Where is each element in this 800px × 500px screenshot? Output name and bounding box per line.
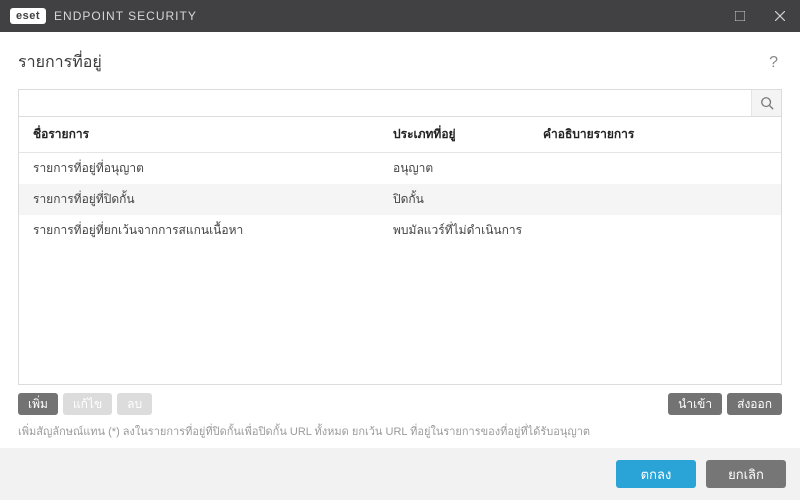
cancel-button[interactable]: ยกเลิก <box>706 460 786 488</box>
ok-button[interactable]: ตกลง <box>616 460 696 488</box>
page-header: รายการที่อยู่ ? <box>18 50 782 75</box>
add-button[interactable]: เพิ่ม <box>18 393 58 415</box>
footer: ตกลง ยกเลิก <box>0 448 800 500</box>
toolbar: เพิ่ม แก้ไข ลบ นำเข้า ส่งออก <box>18 393 782 415</box>
cell-desc <box>543 221 767 240</box>
page-title: รายการที่อยู่ <box>18 50 102 75</box>
search-input[interactable] <box>19 90 751 116</box>
table-row[interactable]: รายการที่อยู่ที่อนุญาตอนุญาต <box>19 153 781 184</box>
help-button[interactable]: ? <box>765 52 782 74</box>
list-grid: ชื่อรายการ ประเภทที่อยู่ คำอธิบายรายการ … <box>18 117 782 385</box>
minimize-button[interactable] <box>720 0 760 32</box>
cell-name: รายการที่อยู่ที่ยกเว้นจากการสแกนเนื้อหา <box>33 221 393 240</box>
import-button[interactable]: นำเข้า <box>668 393 722 415</box>
table-row[interactable]: รายการที่อยู่ที่ปิดกั้นปิดกั้น <box>19 184 781 215</box>
grid-header: ชื่อรายการ ประเภทที่อยู่ คำอธิบายรายการ <box>19 117 781 153</box>
col-header-type[interactable]: ประเภทที่อยู่ <box>393 125 543 144</box>
minimize-icon <box>735 11 745 21</box>
col-header-name[interactable]: ชื่อรายการ <box>33 125 393 144</box>
cell-name: รายการที่อยู่ที่อนุญาต <box>33 159 393 178</box>
search-row <box>18 89 782 117</box>
search-icon <box>760 96 774 110</box>
brand-badge: eset <box>10 8 46 24</box>
edit-button: แก้ไข <box>63 393 112 415</box>
cell-type: อนุญาต <box>393 159 543 178</box>
export-button[interactable]: ส่งออก <box>727 393 782 415</box>
cell-type: พบมัลแวร์ที่ไม่ดำเนินการ <box>393 221 543 240</box>
titlebar: eset ENDPOINT SECURITY <box>0 0 800 32</box>
table-row[interactable]: รายการที่อยู่ที่ยกเว้นจากการสแกนเนื้อหาพ… <box>19 215 781 246</box>
close-icon <box>775 11 785 21</box>
cell-type: ปิดกั้น <box>393 190 543 209</box>
cell-name: รายการที่อยู่ที่ปิดกั้น <box>33 190 393 209</box>
grid-body: รายการที่อยู่ที่อนุญาตอนุญาตรายการที่อยู… <box>19 153 781 246</box>
cell-desc <box>543 190 767 209</box>
cell-desc <box>543 159 767 178</box>
col-header-desc[interactable]: คำอธิบายรายการ <box>543 125 767 144</box>
delete-button: ลบ <box>117 393 152 415</box>
close-button[interactable] <box>760 0 800 32</box>
search-button[interactable] <box>751 90 781 116</box>
brand-name: ENDPOINT SECURITY <box>54 9 197 23</box>
